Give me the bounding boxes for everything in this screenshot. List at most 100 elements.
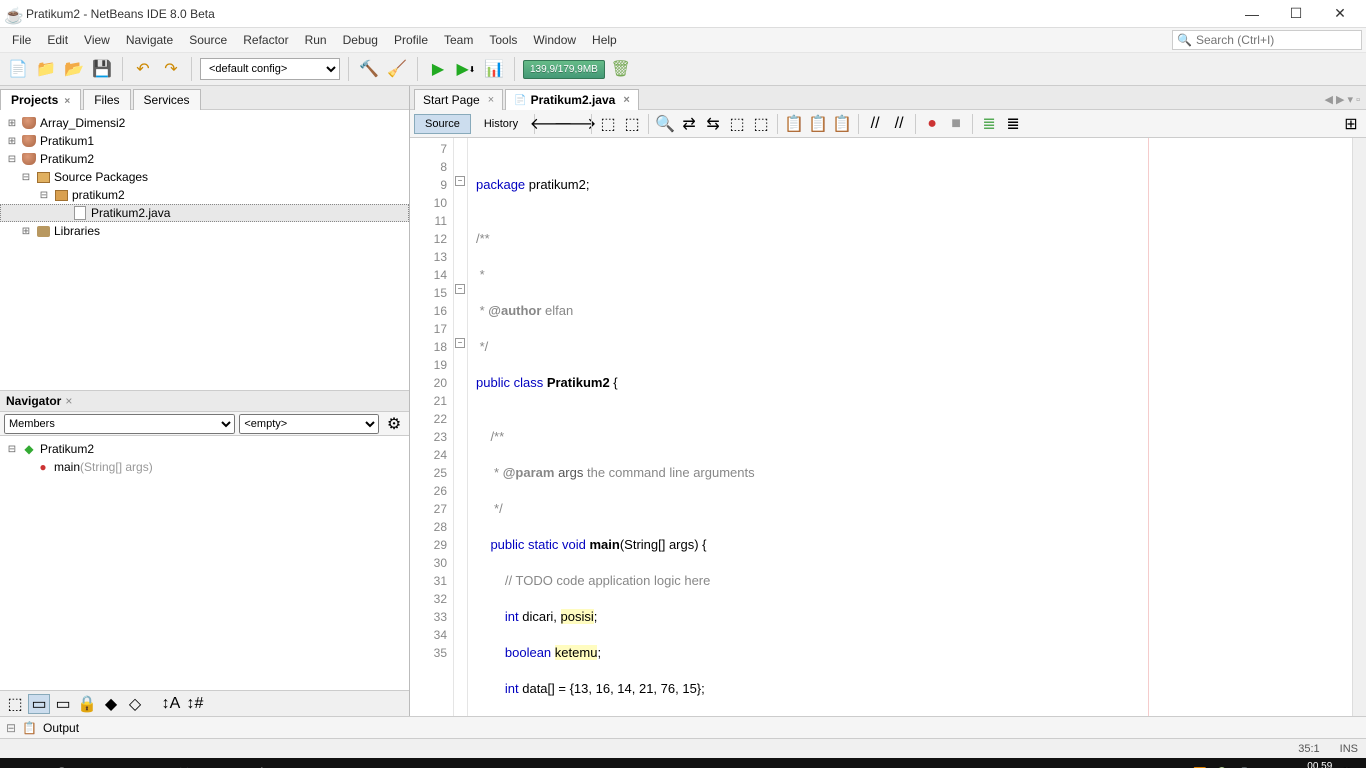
ed-btn[interactable]: ⬚ — [750, 113, 772, 135]
menu-refactor[interactable]: Refactor — [235, 30, 296, 50]
nav-btn[interactable]: ◆ — [100, 694, 122, 714]
quicksearch[interactable]: 🔍 — [1172, 30, 1362, 50]
save-all-button[interactable]: 💾 — [90, 57, 114, 81]
class-node[interactable]: ⊟◆Pratikum2 — [0, 440, 409, 458]
nav-btn[interactable]: ↕A — [160, 694, 182, 714]
menu-debug[interactable]: Debug — [335, 30, 386, 50]
build-button[interactable]: 🔨 — [357, 57, 381, 81]
menu-profile[interactable]: Profile — [386, 30, 436, 50]
code-editor[interactable]: 7891011 1213141516 1718192021 2223242526… — [410, 138, 1366, 716]
java-file-node[interactable]: Pratikum2.java — [0, 204, 409, 222]
project-node[interactable]: ⊟Pratikum2 — [0, 150, 409, 168]
method-node[interactable]: ●main(String[] args) — [0, 458, 409, 476]
menu-tools[interactable]: Tools — [481, 30, 525, 50]
search-button[interactable]: 🔍 — [44, 758, 84, 768]
nav-btn[interactable]: 🔒 — [76, 694, 98, 714]
fold-column[interactable]: − − − — [454, 138, 468, 716]
vlc-icon[interactable]: ▲ — [204, 758, 244, 768]
expand-button[interactable]: ⊞ — [1340, 113, 1362, 135]
menu-file[interactable]: File — [4, 30, 39, 50]
stop-button[interactable]: ■ — [945, 113, 967, 135]
ed-btn[interactable]: ⇄ — [678, 113, 700, 135]
menu-view[interactable]: View — [76, 30, 118, 50]
new-project-button[interactable]: 📁 — [34, 57, 58, 81]
close-icon[interactable]: × — [488, 94, 494, 106]
ed-btn[interactable]: 📋 — [831, 113, 853, 135]
profile-button[interactable]: 📊 — [482, 57, 506, 81]
nav-btn[interactable]: ▭ — [28, 694, 50, 714]
nav-btn[interactable]: ▭ — [52, 694, 74, 714]
ed-btn[interactable]: 📋 — [783, 113, 805, 135]
navigator-tree[interactable]: ⊟◆Pratikum2 ●main(String[] args) — [0, 436, 409, 690]
libraries-node[interactable]: ⊞Libraries — [0, 222, 409, 240]
project-node[interactable]: ⊞Array_Dimensi2 — [0, 114, 409, 132]
nav-fwd-button[interactable]: 🡒 — [564, 113, 586, 135]
members-select[interactable]: Members — [4, 414, 235, 434]
netbeans-icon[interactable]: ◉ — [324, 758, 364, 768]
filter-icon[interactable]: ⚙ — [383, 414, 405, 434]
tab-services[interactable]: Services — [133, 89, 201, 110]
ed-btn[interactable]: ≣ — [978, 113, 1000, 135]
taskview-button[interactable]: ▭ — [84, 758, 124, 768]
tab-files[interactable]: Files — [83, 89, 130, 110]
start-button[interactable]: ⊞ — [4, 758, 44, 768]
menu-edit[interactable]: Edit — [39, 30, 76, 50]
error-stripe[interactable] — [1352, 138, 1366, 716]
record-button[interactable]: ● — [921, 113, 943, 135]
debug-button[interactable]: ▶⬇ — [454, 57, 478, 81]
project-node[interactable]: ⊞Pratikum1 — [0, 132, 409, 150]
tab-projects[interactable]: Projects× — [0, 89, 81, 110]
close-icon[interactable]: × — [623, 94, 629, 106]
memory-indicator[interactable]: 139,9/179,9MB — [523, 60, 605, 79]
undo-button[interactable]: ↶ — [131, 57, 155, 81]
menu-run[interactable]: Run — [297, 30, 335, 50]
fold-icon[interactable]: − — [455, 176, 465, 186]
menu-help[interactable]: Help — [584, 30, 625, 50]
store-icon[interactable]: 🛍 — [244, 758, 284, 768]
ed-btn[interactable]: ⇆ — [702, 113, 724, 135]
output-panel-header[interactable]: ⊟ 📋 Output — [0, 716, 1366, 738]
package-node[interactable]: ⊟pratikum2 — [0, 186, 409, 204]
explorer-icon[interactable]: 📁 — [124, 758, 164, 768]
source-button[interactable]: Source — [414, 114, 471, 134]
menu-team[interactable]: Team — [436, 30, 481, 50]
close-button[interactable]: ✕ — [1318, 0, 1362, 28]
minimize-button[interactable]: — — [1230, 0, 1274, 28]
close-icon[interactable]: × — [65, 394, 72, 408]
menu-window[interactable]: Window — [525, 30, 584, 50]
new-file-button[interactable]: 📄 — [6, 57, 30, 81]
ed-btn[interactable]: ⬚ — [597, 113, 619, 135]
clock[interactable]: 00.59 29/02/2016 — [1282, 761, 1332, 768]
source-packages-node[interactable]: ⊟Source Packages — [0, 168, 409, 186]
open-project-button[interactable]: 📂 — [62, 57, 86, 81]
search-input[interactable] — [1196, 33, 1357, 47]
word-icon[interactable]: W — [284, 758, 324, 768]
maximize-button[interactable]: ☐ — [1274, 0, 1318, 28]
tab-start-page[interactable]: Start Page× — [414, 89, 503, 110]
firefox-icon[interactable]: 🦊 — [164, 758, 204, 768]
ed-btn[interactable]: // — [888, 113, 910, 135]
menu-navigate[interactable]: Navigate — [118, 30, 181, 50]
ed-btn[interactable]: // — [864, 113, 886, 135]
fold-icon[interactable]: − — [455, 284, 465, 294]
close-icon[interactable]: × — [64, 96, 70, 107]
projects-tree[interactable]: ⊞Array_Dimensi2 ⊞Pratikum1 ⊟Pratikum2 ⊟S… — [0, 110, 409, 390]
run-button[interactable]: ▶ — [426, 57, 450, 81]
clean-build-button[interactable]: 🧹 — [385, 57, 409, 81]
nav-btn[interactable]: ◇ — [124, 694, 146, 714]
menu-source[interactable]: Source — [181, 30, 235, 50]
find-button[interactable]: 🔍 — [654, 113, 676, 135]
redo-button[interactable]: ↷ — [159, 57, 183, 81]
minimize-icon[interactable]: ⊟ — [6, 721, 16, 735]
ed-btn[interactable]: ≣ — [1002, 113, 1024, 135]
config-select[interactable]: <default config> — [200, 58, 340, 80]
tab-java-file[interactable]: 📄Pratikum2.java× — [505, 89, 639, 110]
ed-btn[interactable]: 📋 — [807, 113, 829, 135]
history-button[interactable]: History — [473, 114, 529, 134]
ed-btn[interactable]: ⬚ — [621, 113, 643, 135]
nav-btn[interactable]: ↕# — [184, 694, 206, 714]
nav-btn[interactable]: ⬚ — [4, 694, 26, 714]
tab-nav[interactable]: ◀ ▶ ▾ ▫ — [1318, 90, 1366, 109]
ed-btn[interactable]: ⬚ — [726, 113, 748, 135]
fold-icon[interactable]: − — [455, 338, 465, 348]
